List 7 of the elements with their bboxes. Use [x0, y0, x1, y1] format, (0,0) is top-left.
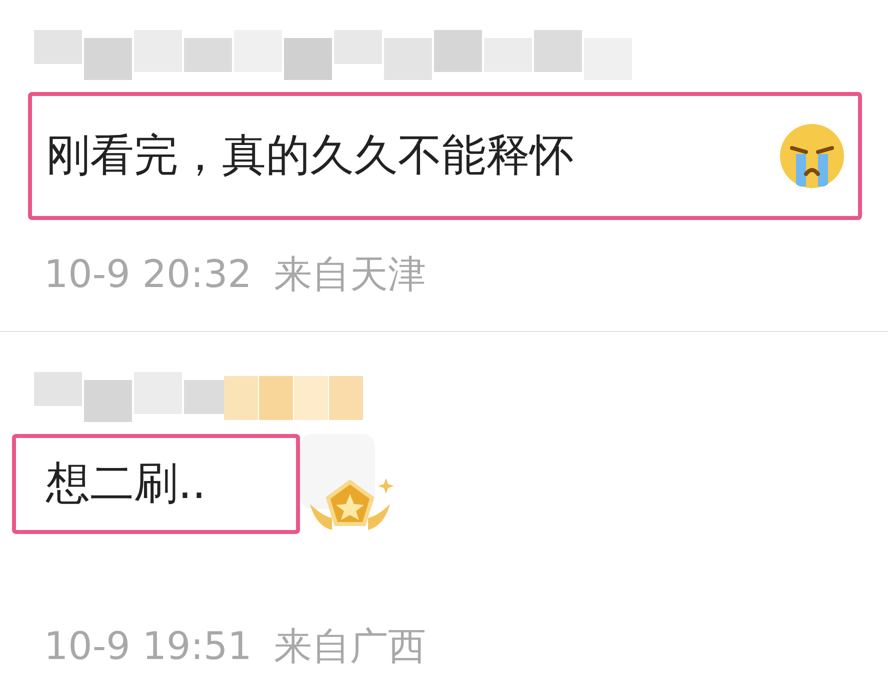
- comment-time: 10-9 20:32: [44, 251, 252, 298]
- comment-text: 刚看完，真的久久不能释怀: [46, 129, 574, 183]
- comment-text: 想二刷..: [46, 457, 206, 511]
- crying-emoji-icon: [778, 122, 846, 190]
- comment-location: 来自广西: [274, 623, 426, 670]
- comment-time: 10-9 19:51: [44, 623, 252, 670]
- comment-location: 来自天津: [274, 251, 426, 298]
